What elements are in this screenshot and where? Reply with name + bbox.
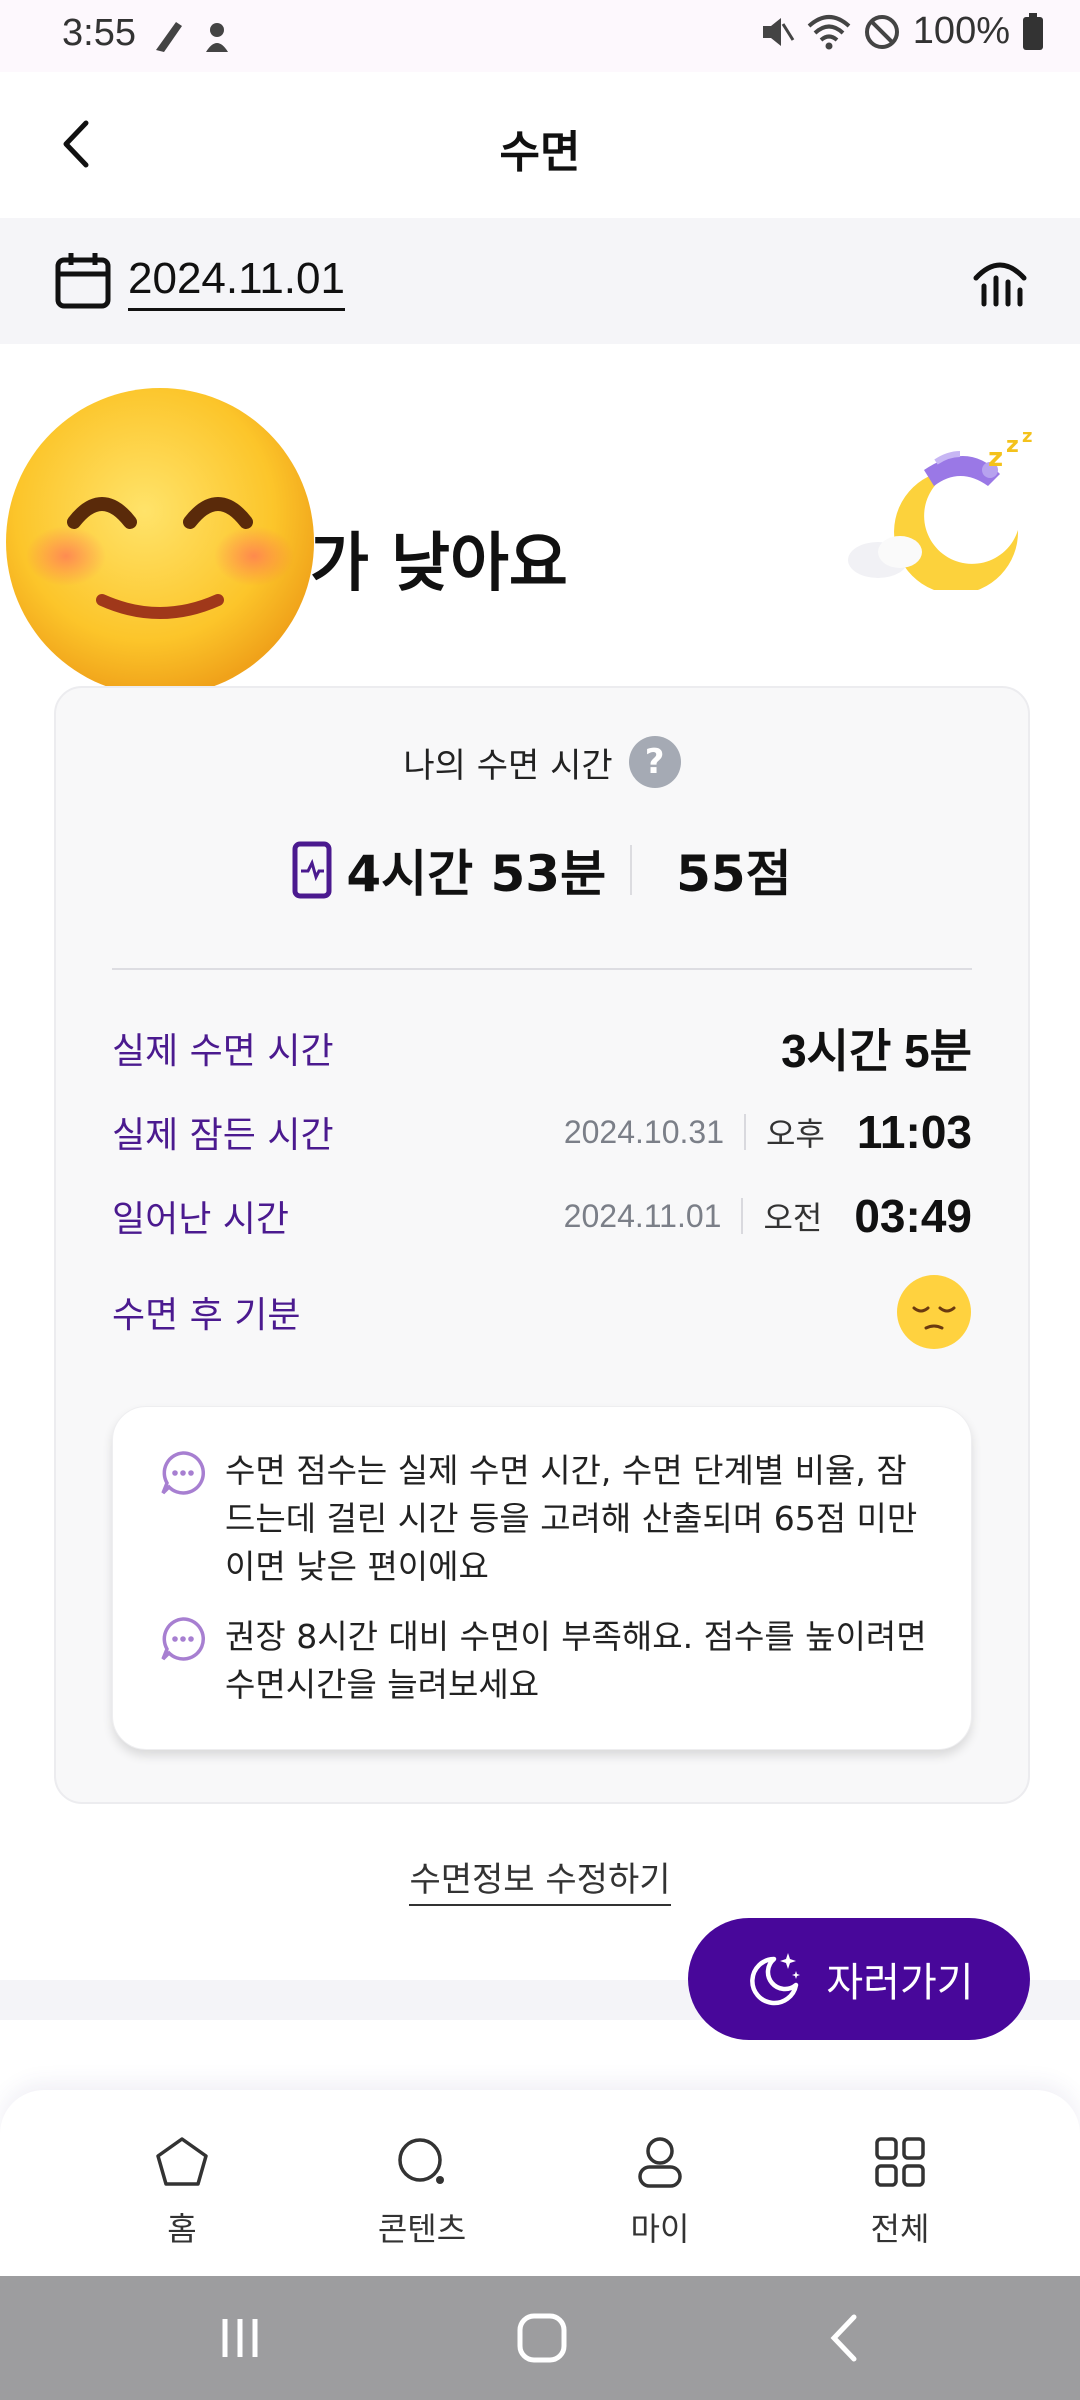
date-selector[interactable]: 2024.11.01: [128, 254, 345, 311]
app-notification-icon: [206, 23, 228, 52]
detail-label: 일어난 시간: [112, 1199, 290, 1240]
summary-divider: [630, 845, 633, 895]
detail-label: 실제 잠든 시간: [112, 1115, 334, 1156]
battery-percent: 100%: [912, 10, 1010, 52]
detail-label: 수면 후 기분: [112, 1295, 301, 1336]
help-icon[interactable]: ?: [628, 736, 681, 788]
svg-text:z: z: [1006, 433, 1019, 458]
nav-item-my[interactable]: 마이: [580, 2134, 740, 2250]
card-title-row: 나의 수면 시간 ?: [56, 736, 1028, 788]
card-divider: [112, 968, 972, 970]
wake-up-ampm: 오전: [763, 1199, 823, 1237]
system-back-button[interactable]: [804, 2306, 884, 2370]
fell-asleep-date: 2024.10.31: [563, 1113, 724, 1150]
nav-label: 마이: [630, 2210, 690, 2248]
sleep-score: 55점: [676, 845, 792, 903]
do-not-disturb-icon: [864, 14, 899, 49]
detail-separator: [741, 1198, 744, 1234]
app-header: 수면: [0, 72, 1080, 218]
system-navigation-bar: [0, 2276, 1080, 2400]
fell-asleep-row: 실제 잠든 시간 2024.10.31 오후 11:03: [112, 1102, 972, 1162]
system-status-icons: 100%: [759, 10, 1044, 53]
chat-bubble-icon: [161, 1451, 206, 1495]
tips-box: 수면 점수는 실제 수면 시간, 수면 단계별 비율, 잠드는데 걸린 시간 등…: [112, 1406, 972, 1750]
wake-up-date: 2024.11.01: [563, 1197, 722, 1234]
nav-label: 콘텐츠: [377, 2210, 467, 2248]
nav-label: 전체: [870, 2210, 930, 2248]
go-to-sleep-label: 자러가기: [826, 1960, 974, 2006]
status-bar: 3:55 100%: [0, 0, 1080, 72]
nav-item-all[interactable]: 전체: [820, 2134, 980, 2250]
app-notification-icon: [156, 22, 182, 52]
calendar-icon[interactable]: [54, 250, 112, 310]
person-icon: [638, 2137, 682, 2188]
actual-sleep-value: 3시간 5분: [781, 1025, 972, 1077]
home-square-icon: [517, 2313, 567, 2363]
moon-stars-icon: [750, 1953, 801, 2006]
battery-icon: [1023, 12, 1043, 50]
detail-label: 실제 수면 시간: [112, 1031, 334, 1072]
page-title: 수면: [499, 127, 581, 178]
svg-text:z: z: [1022, 430, 1032, 447]
svg-text:z: z: [988, 443, 1003, 473]
phone-tracking-icon: [292, 841, 332, 899]
nav-item-contents[interactable]: 콘텐츠: [342, 2134, 502, 2250]
card-title: 나의 수면 시간: [403, 745, 613, 786]
detail-separator: [743, 1114, 746, 1150]
total-sleep-time: 4시간 53분: [346, 845, 607, 903]
status-time: 3:55: [62, 12, 136, 54]
actual-sleep-row: 실제 수면 시간 3시간 5분: [112, 1018, 972, 1078]
bottom-navigation: 홈 콘텐츠 마이 전체: [0, 2090, 1080, 2276]
recent-apps-icon: [222, 2319, 258, 2357]
search-icon: [398, 2138, 444, 2184]
summary-row: 4시간 53분 55점: [56, 834, 1028, 906]
sleeping-moon-icon: z z z: [848, 430, 1032, 590]
sleep-summary-card: 나의 수면 시간 ? 4시간 53분 55점 실제 수면 시간 3시간 5분 실…: [54, 686, 1030, 1804]
stats-chart-icon[interactable]: [970, 248, 1030, 308]
home-system-button[interactable]: [502, 2306, 582, 2370]
edit-link-row: 수면정보 수정하기: [0, 1852, 1080, 1906]
mood-row: 수면 후 기분: [112, 1272, 972, 1352]
fell-asleep-ampm: 오후: [765, 1115, 825, 1153]
sleepy-face-icon[interactable]: [896, 1274, 972, 1350]
tip-text: 권장 8시간 대비 수면이 부족해요. 점수를 높이려면 수면시간을 늘려보세요: [225, 1617, 927, 1704]
wake-up-time: 03:49: [854, 1190, 972, 1242]
fell-asleep-time: 11:03: [856, 1106, 972, 1158]
grid-icon: [875, 2137, 925, 2187]
score-headline: 가 낮아요: [310, 527, 568, 601]
go-to-sleep-button[interactable]: 자러가기: [688, 1918, 1030, 2040]
edit-sleep-info-link[interactable]: 수면정보 수정하기: [409, 1860, 671, 1906]
home-icon: [156, 2137, 208, 2186]
wifi-icon: [807, 14, 851, 49]
mute-icon: [762, 17, 795, 46]
chat-bubble-icon: [161, 1617, 206, 1661]
wake-up-row: 일어난 시간 2024.11.01 오전 03:49: [112, 1186, 972, 1246]
tip-item: 수면 점수는 실제 수면 시간, 수면 단계별 비율, 잠드는데 걸린 시간 등…: [159, 1447, 931, 1591]
tip-item: 권장 8시간 대비 수면이 부족해요. 점수를 높이려면 수면시간을 늘려보세요: [159, 1613, 931, 1709]
nav-item-home[interactable]: 홈: [102, 2134, 262, 2250]
recent-apps-button[interactable]: [200, 2306, 280, 2370]
smiling-face-icon: [6, 388, 314, 696]
nav-label: 홈: [167, 2210, 197, 2248]
notification-icons: [150, 16, 234, 56]
tip-text: 수면 점수는 실제 수면 시간, 수면 단계별 비율, 잠드는데 걸린 시간 등…: [225, 1451, 918, 1586]
date-bar: 2024.11.01: [0, 218, 1080, 344]
chevron-left-icon: [830, 2314, 857, 2362]
